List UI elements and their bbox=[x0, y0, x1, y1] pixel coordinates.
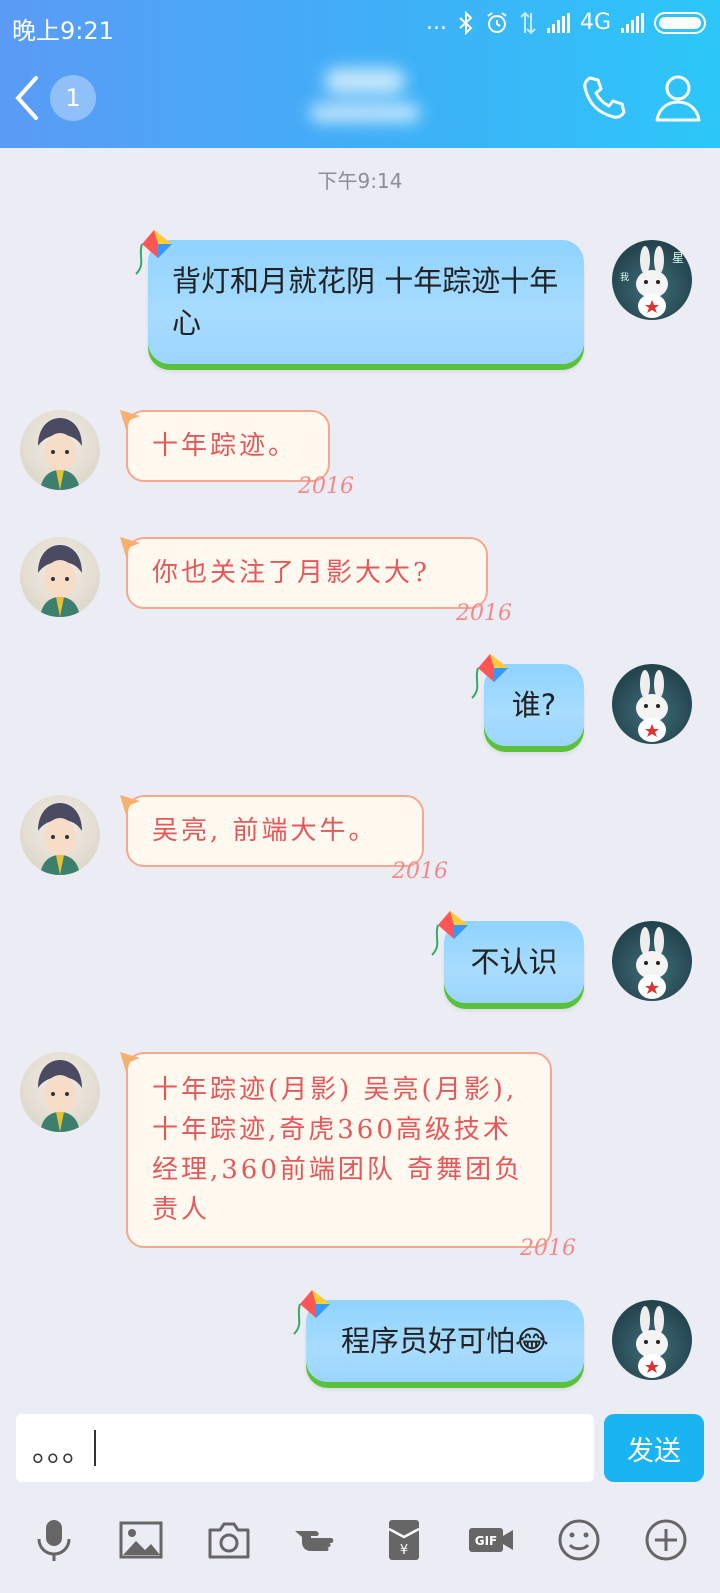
pin-icon bbox=[120, 537, 140, 557]
contact-avatar[interactable] bbox=[20, 1052, 100, 1132]
signal-icon bbox=[546, 12, 570, 33]
back-button[interactable]: 1 bbox=[12, 74, 102, 122]
image-icon bbox=[119, 1521, 163, 1559]
gif-button[interactable]: GIF bbox=[461, 1510, 521, 1570]
pin-icon bbox=[120, 1052, 140, 1072]
image-button[interactable] bbox=[111, 1510, 171, 1570]
emoji-icon bbox=[558, 1519, 600, 1561]
alarm-icon bbox=[487, 11, 507, 33]
chat-header: 晚上9:21 ... 4G 1 bbox=[0, 0, 720, 148]
data-transfer-icon bbox=[520, 11, 536, 34]
pin-icon bbox=[120, 795, 140, 815]
message-input-value: 。。。 bbox=[32, 1434, 92, 1469]
message-bubble-in[interactable]: 吴亮, 前端大牛。 bbox=[126, 795, 424, 867]
contact-avatar[interactable] bbox=[20, 537, 100, 617]
redpacket-icon: ¥ bbox=[388, 1520, 420, 1560]
network-label: 4G bbox=[579, 10, 611, 35]
svg-text:¥: ¥ bbox=[400, 1543, 408, 1558]
my-avatar[interactable] bbox=[612, 1300, 692, 1380]
kite-icon bbox=[135, 230, 172, 275]
red-packet-button[interactable]: ¥ bbox=[374, 1510, 434, 1570]
gif-icon: GIF bbox=[469, 1528, 514, 1552]
text-cursor bbox=[94, 1430, 96, 1466]
contact-name-blurred bbox=[300, 62, 430, 132]
status-icons: ... 4G bbox=[426, 10, 706, 35]
my-avatar[interactable] bbox=[612, 664, 692, 744]
mic-icon bbox=[37, 1520, 71, 1561]
input-toolbar: ¥ GIF bbox=[0, 1500, 720, 1580]
plus-icon bbox=[645, 1519, 687, 1561]
message-bubble-in[interactable]: 你也关注了月影大大? bbox=[126, 537, 488, 609]
voice-button[interactable] bbox=[24, 1510, 84, 1570]
deco-2016: 2016 bbox=[392, 859, 448, 884]
call-button[interactable] bbox=[578, 72, 630, 124]
chevron-left-icon bbox=[15, 76, 38, 120]
deco-2016: 2016 bbox=[298, 474, 354, 499]
kite-icon bbox=[431, 911, 468, 956]
user-icon bbox=[655, 75, 701, 122]
my-avatar[interactable]: 星我 bbox=[612, 240, 692, 320]
message-input[interactable]: 。。。 bbox=[16, 1414, 594, 1482]
more-dots-icon: ... bbox=[425, 10, 447, 35]
message-bubble-in[interactable]: 十年踪迹。 bbox=[126, 410, 330, 482]
kite-icon bbox=[293, 1290, 330, 1335]
camera-button[interactable] bbox=[199, 1510, 259, 1570]
status-bar: 晚上9:21 ... 4G bbox=[0, 0, 720, 50]
more-button[interactable] bbox=[636, 1510, 696, 1570]
compose-area: 。。。 发送 bbox=[0, 1414, 720, 1504]
signal-icon-2 bbox=[621, 12, 644, 33]
timestamp: 下午9:14 bbox=[317, 169, 403, 193]
deco-2016: 2016 bbox=[520, 1236, 576, 1261]
message-bubble-in[interactable]: 十年踪迹(月影) 吴亮(月影), 十年踪迹,奇虎360高级技术经理,360前端团… bbox=[126, 1052, 552, 1248]
unread-badge: 1 bbox=[50, 75, 96, 121]
hand-icon bbox=[295, 1531, 334, 1551]
contact-avatar[interactable] bbox=[20, 410, 100, 490]
pin-icon bbox=[120, 410, 140, 430]
message-bubble-out[interactable]: 程序员好可怕😂 bbox=[306, 1300, 584, 1382]
emoji-button[interactable] bbox=[549, 1510, 609, 1570]
send-button[interactable]: 发送 bbox=[604, 1414, 704, 1482]
my-avatar[interactable] bbox=[612, 921, 692, 1001]
contact-avatar[interactable] bbox=[20, 795, 100, 875]
kite-icon bbox=[471, 654, 508, 699]
svg-text:GIF: GIF bbox=[475, 1534, 498, 1548]
svg-text:星: 星 bbox=[672, 251, 684, 265]
svg-text:我: 我 bbox=[620, 272, 629, 283]
status-time: 晚上9:21 bbox=[12, 17, 114, 45]
battery-icon bbox=[654, 11, 706, 34]
phone-icon bbox=[583, 76, 626, 119]
deco-2016: 2016 bbox=[456, 601, 512, 626]
profile-button[interactable] bbox=[652, 72, 704, 124]
camera-icon bbox=[208, 1522, 250, 1559]
bluetooth-icon bbox=[459, 10, 473, 35]
poke-button[interactable] bbox=[286, 1510, 346, 1570]
message-bubble-out[interactable]: 背灯和月就花阴 十年踪迹十年心 bbox=[148, 240, 584, 364]
